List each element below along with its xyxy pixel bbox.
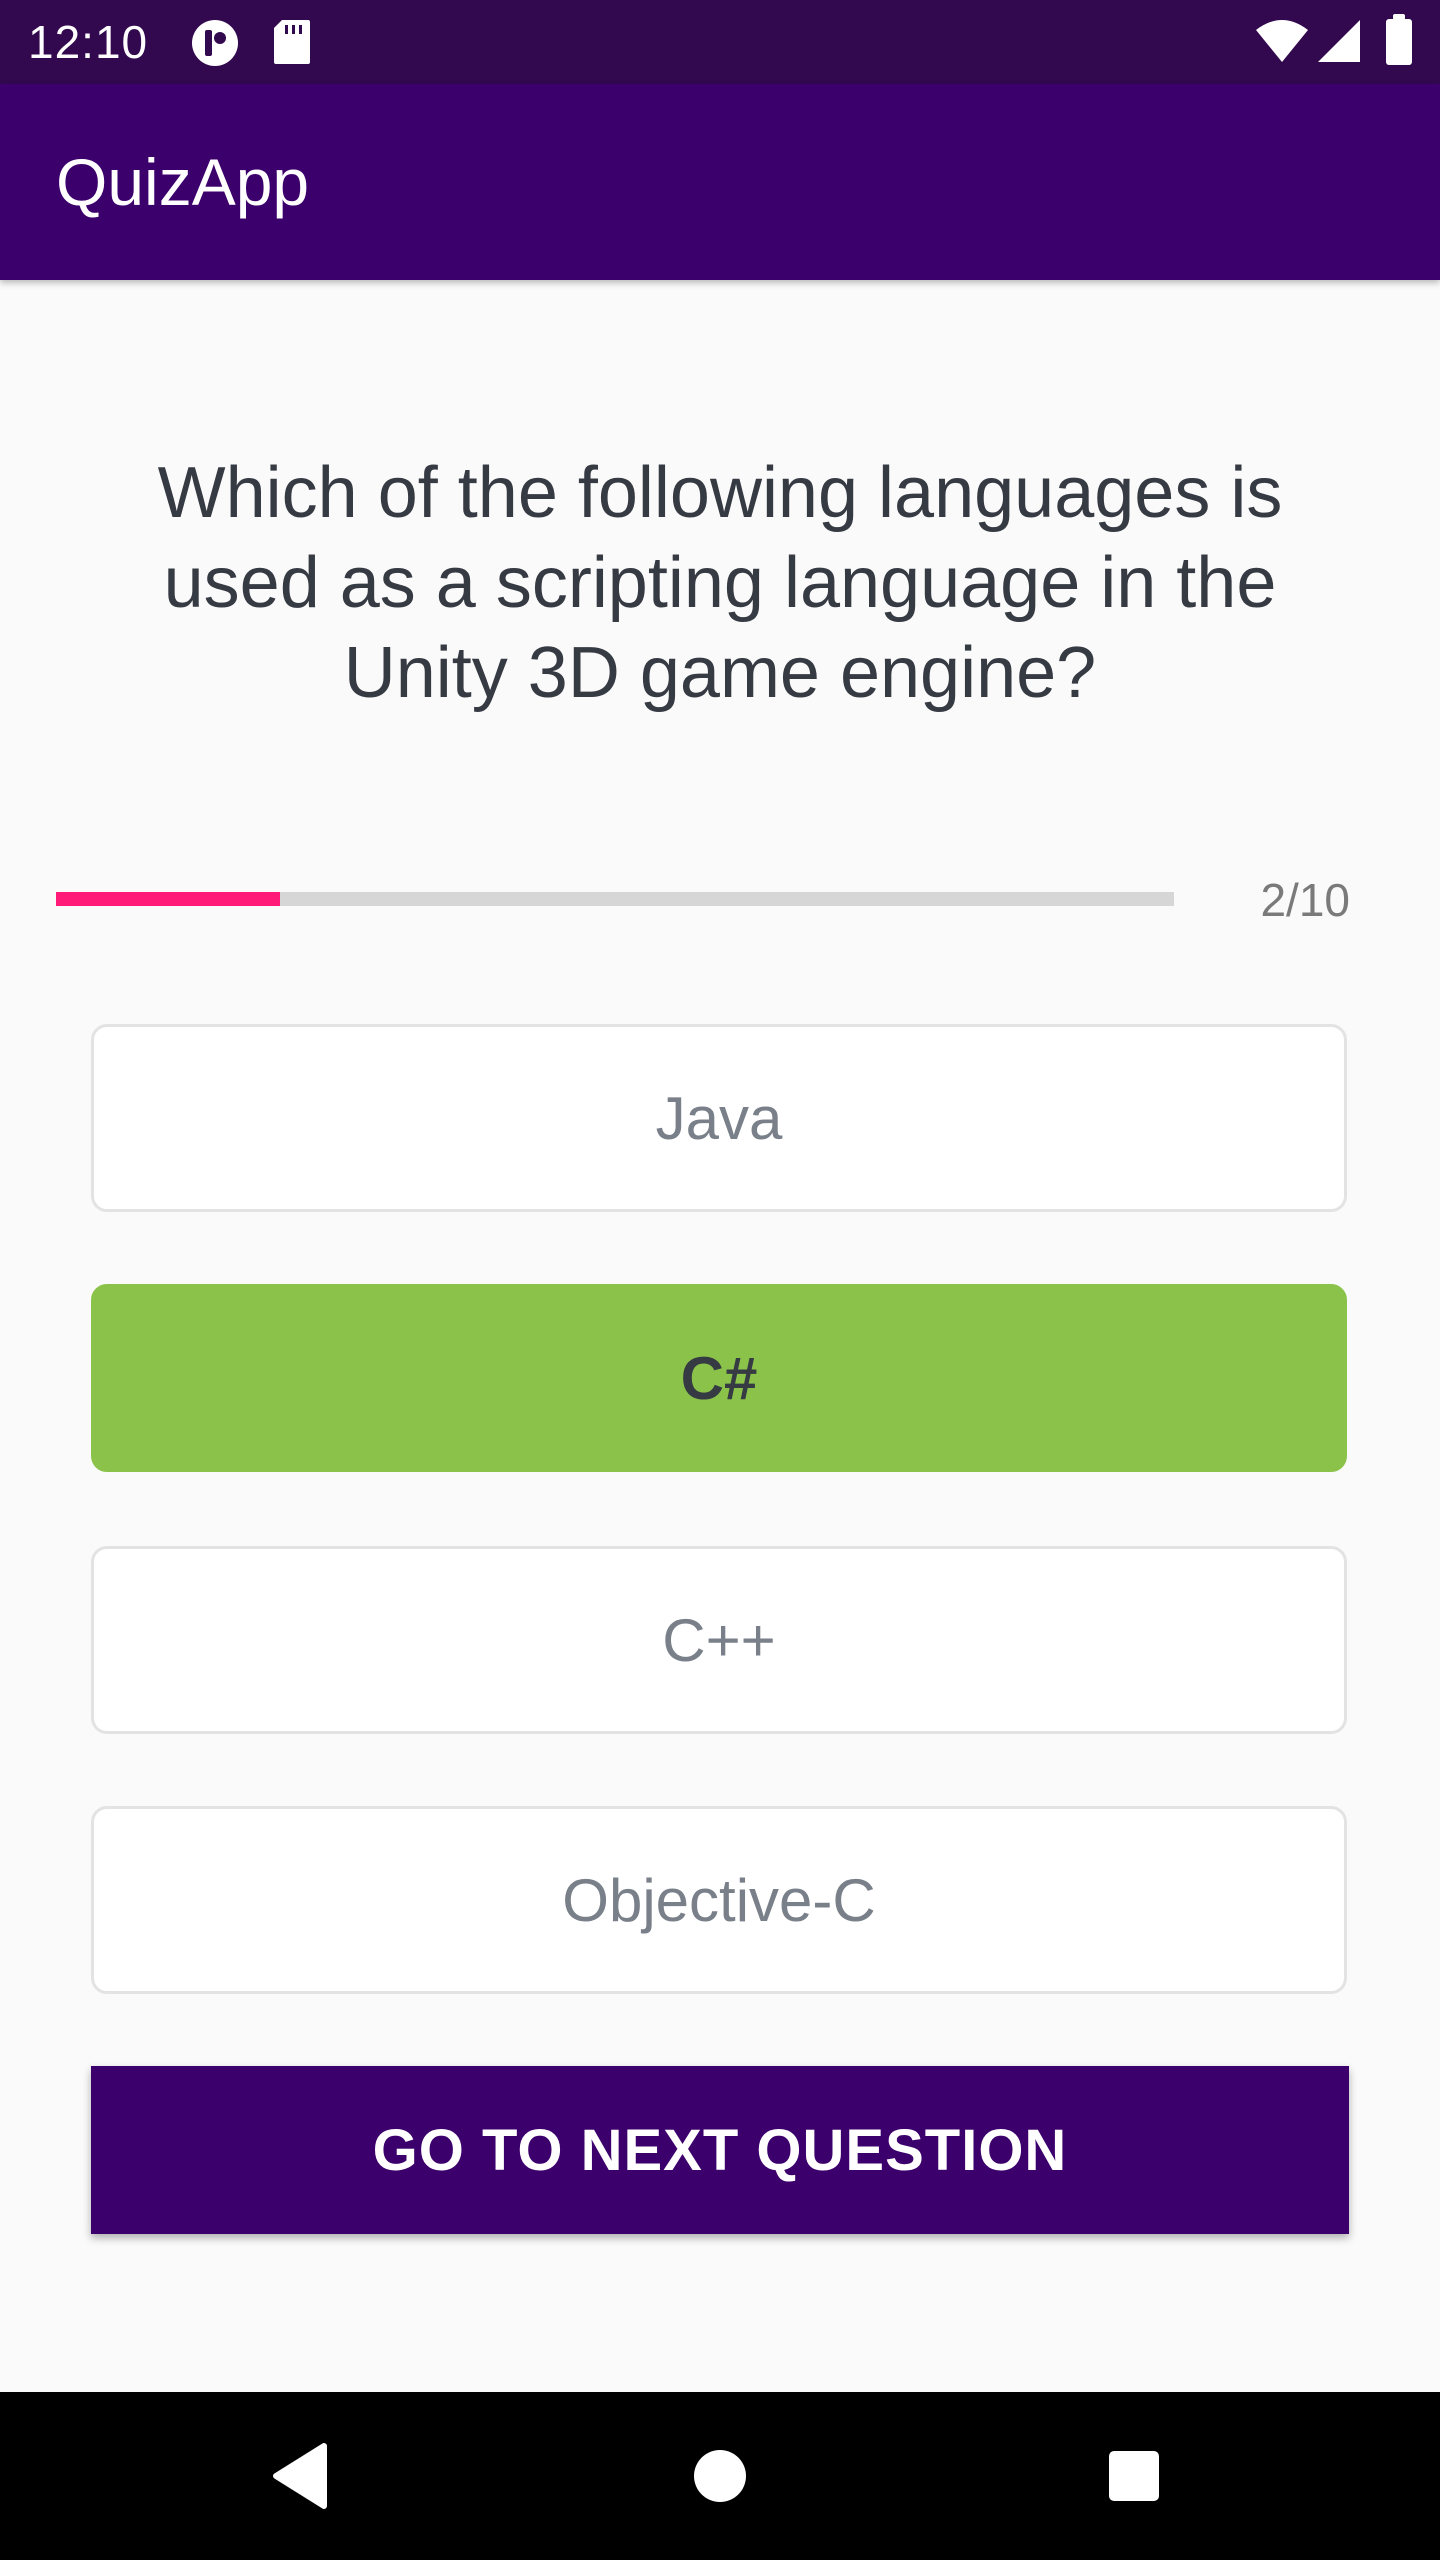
- option-objective-c[interactable]: Objective-C: [91, 1806, 1347, 1994]
- option-csharp[interactable]: C#: [91, 1284, 1347, 1472]
- app-bar: QuizApp: [0, 84, 1440, 280]
- battery-icon: [1386, 14, 1412, 65]
- sd-card-icon: [274, 20, 310, 64]
- option-java[interactable]: Java: [91, 1024, 1347, 1212]
- status-bar: 12:10: [0, 0, 1440, 84]
- wifi-icon: [1256, 20, 1308, 62]
- cellular-signal-icon: [1318, 20, 1360, 62]
- option-cpp[interactable]: C++: [91, 1546, 1347, 1734]
- back-icon[interactable]: [250, 2424, 354, 2528]
- next-question-button[interactable]: GO TO NEXT QUESTION: [91, 2066, 1349, 2234]
- app-title: QuizApp: [56, 145, 310, 219]
- notification-app-icon: [192, 20, 238, 66]
- progress-text: 2/10: [1260, 874, 1350, 926]
- home-icon[interactable]: [668, 2424, 772, 2528]
- recents-icon[interactable]: [1082, 2424, 1186, 2528]
- question-text: Which of the following languages is used…: [157, 453, 1283, 713]
- progress-bar: [56, 892, 1174, 906]
- status-time: 12:10: [28, 16, 149, 68]
- progress-bar-fill: [56, 892, 280, 906]
